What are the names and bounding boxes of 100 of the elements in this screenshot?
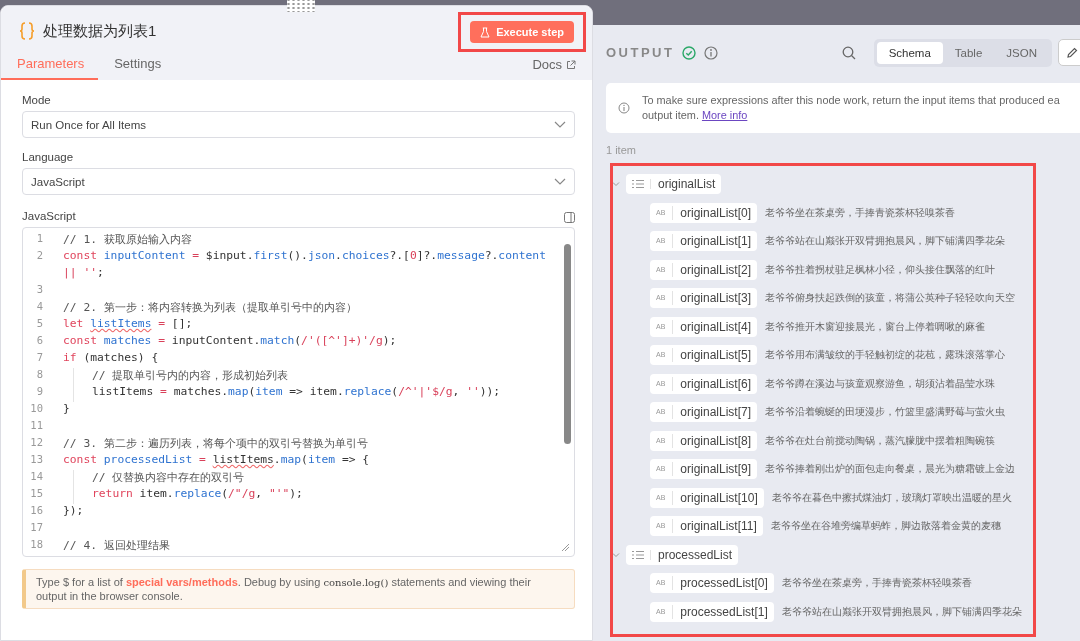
key-name: processedList bbox=[658, 547, 733, 562]
key-name: originalList[4] bbox=[680, 319, 752, 334]
line-number: 16 bbox=[29, 504, 43, 518]
tab[interactable]: Settings bbox=[112, 56, 176, 80]
value-text: 老爷爷拄着拐杖驻足枫林小径，仰头接住飘落的红叶 bbox=[765, 262, 996, 277]
key-name: originalList[0] bbox=[680, 205, 752, 220]
list-icon bbox=[632, 179, 651, 190]
list-icon bbox=[632, 549, 651, 560]
code-line: return item.replace(/"/g, "'"); bbox=[73, 487, 303, 504]
field-label: Language bbox=[22, 151, 75, 163]
code-line: listItems = matches.map(item => item.replace(/^'|'$/g, '')); bbox=[73, 385, 501, 402]
line-number: 17 bbox=[29, 521, 43, 535]
chevron-down-icon bbox=[554, 121, 566, 128]
line-number: 2 bbox=[35, 249, 43, 263]
line-number: 1 bbox=[35, 232, 43, 246]
value-text: 老爷爷在灶台前搅动陶锅，蒸汽朦胧中摆着粗陶碗筷 bbox=[765, 433, 996, 448]
chevron-down-icon[interactable] bbox=[612, 550, 620, 559]
view-tab[interactable]: Table bbox=[942, 41, 995, 64]
view-tab[interactable]: JSON bbox=[994, 41, 1049, 64]
code-line: // 2. 第一步：将内容转换为列表（提取单引号中的内容） bbox=[63, 300, 357, 316]
line-number: 5 bbox=[35, 317, 43, 331]
key-name: originalList[3] bbox=[680, 291, 752, 306]
line-number: 14 bbox=[29, 470, 43, 484]
field-label: JavaScript bbox=[22, 210, 76, 222]
value-text: 老爷爷站在山巅张开双臂拥抱晨风，脚下铺满四季花朵 bbox=[781, 604, 1022, 619]
item-count: 1 item bbox=[606, 144, 637, 156]
panel-icon bbox=[564, 212, 575, 223]
output-title: OUTPUT bbox=[606, 45, 675, 60]
code-line: // 提取单引号内的内容，形成初始列表 bbox=[73, 368, 289, 385]
key-name: processedList[1] bbox=[680, 604, 768, 619]
line-number: 12 bbox=[29, 436, 43, 450]
value-text: 老爷爷坐在茶桌旁，手捧青瓷茶杯轻嗅茶香 bbox=[765, 205, 956, 220]
key-name: originalList[6] bbox=[680, 376, 752, 391]
pencil-icon bbox=[1066, 46, 1078, 59]
key-name: originalList[9] bbox=[680, 462, 752, 477]
key-name: originalList[11] bbox=[680, 519, 757, 534]
more-info-link[interactable]: More info bbox=[701, 109, 748, 121]
key-name: originalList[10] bbox=[680, 490, 758, 505]
resize-icon bbox=[561, 543, 570, 552]
key-name: originalList[5] bbox=[680, 348, 752, 363]
line-number: 10 bbox=[29, 402, 43, 416]
line-number: 7 bbox=[35, 351, 43, 365]
line-number: 8 bbox=[35, 368, 43, 382]
external-link-icon bbox=[566, 59, 576, 70]
line-number: 11 bbox=[29, 419, 43, 433]
value-text: 老爷爷站在山巅张开双臂拥抱晨风，脚下铺满四季花朵 bbox=[765, 234, 1006, 249]
schema-key[interactable]: originalList bbox=[626, 174, 722, 195]
view-tab[interactable]: Schema bbox=[876, 41, 943, 64]
value-text: 老爷爷蹲在溪边与孩童观察游鱼，胡须沾着晶莹水珠 bbox=[765, 376, 996, 391]
value-text: 老爷爷在暮色中擦拭煤油灯，玻璃灯罩映出温暖的星火 bbox=[771, 490, 1012, 505]
key-name: processedList[0] bbox=[680, 576, 768, 591]
code-line: // 1. 获取原始输入内容 bbox=[63, 232, 192, 248]
value-text: 老爷爷坐在茶桌旁，手捧青瓷茶杯轻嗅茶香 bbox=[781, 576, 972, 591]
code-line: // 仅替换内容中存在的双引号 bbox=[73, 470, 245, 487]
value-text: 老爷爷用布满皱纹的手轻触初绽的花苞，露珠滚落掌心 bbox=[765, 348, 1006, 363]
line-number: 13 bbox=[29, 453, 43, 467]
value-text: 老爷爷沿着蜿蜒的田埂漫步，竹篮里盛满野莓与萤火虫 bbox=[765, 405, 1006, 420]
key-name: originalList[8] bbox=[680, 433, 752, 448]
line-number: 6 bbox=[35, 334, 43, 348]
flask-icon bbox=[480, 26, 491, 38]
select-field[interactable]: JavaScript bbox=[22, 168, 575, 195]
node-title: 处理数据为列表1 bbox=[43, 21, 157, 41]
info-icon bbox=[704, 45, 719, 60]
search-icon bbox=[841, 45, 856, 60]
line-number: 18 bbox=[29, 538, 43, 552]
code-line: || ''; bbox=[63, 266, 104, 281]
code-editor[interactable] bbox=[22, 227, 575, 557]
value-text: 老爷爷捧着刚出炉的面包走向餐桌，晨光为糖霜镀上金边 bbox=[765, 462, 1016, 477]
chevron-down-icon bbox=[554, 178, 566, 185]
hint-text: Type $ for a list of special vars/methods. Debug by using console.log() statements and viewing their output in the browser console. bbox=[22, 569, 575, 609]
chevron-down-icon[interactable] bbox=[612, 180, 620, 189]
select-field[interactable]: Run Once for All Items bbox=[22, 111, 575, 138]
docs-link[interactable]: Docs bbox=[532, 57, 576, 80]
scroll-thumb[interactable] bbox=[564, 244, 571, 444]
field-label: Mode bbox=[22, 94, 52, 106]
line-number: 9 bbox=[35, 385, 43, 399]
code-line: // 3. 第二步：遍历列表，将每个项中的双引号替换为单引号 bbox=[63, 436, 368, 452]
line-number: 15 bbox=[29, 487, 43, 501]
info-icon bbox=[618, 102, 630, 114]
schema-key[interactable]: processedList bbox=[626, 544, 739, 565]
line-number: 4 bbox=[35, 300, 43, 314]
code-line: const processedList = listItems.map(item => { bbox=[63, 453, 370, 468]
braces-icon bbox=[19, 21, 35, 41]
key-name: originalList[1] bbox=[680, 234, 752, 249]
code-line: const matches = inputContent.match(/'([^']+)'/g); bbox=[63, 334, 397, 349]
notice-text: To make sure expressions after this node work, return the input items that produced ea output item. More info bbox=[642, 93, 1060, 123]
code-line: }); bbox=[63, 504, 84, 519]
code-line: // 4. 返回处理结果 bbox=[63, 538, 170, 554]
edit-button[interactable] bbox=[1058, 39, 1080, 66]
value-text: 老爷爷推开木窗迎接晨光，窗台上停着啁啾的麻雀 bbox=[765, 319, 986, 334]
key-name: originalList bbox=[658, 177, 716, 192]
code-line: const inputContent = $input.first().json.choices?.[0]?.message?.content bbox=[63, 249, 546, 264]
value-text: 老爷爷俯身扶起跌倒的孩童，将蒲公英种子轻轻吹向天空 bbox=[765, 291, 1016, 306]
code-line: let listItems = []; bbox=[63, 317, 193, 332]
value-text: 老爷爷坐在谷堆旁编草蚂蚱，脚边散落着金黄的麦穗 bbox=[770, 519, 1001, 534]
line-number: 3 bbox=[35, 283, 43, 297]
key-name: originalList[7] bbox=[680, 405, 752, 420]
code-line: if (matches) { bbox=[63, 351, 159, 366]
code-line: } bbox=[63, 402, 70, 417]
key-name: originalList[2] bbox=[680, 262, 752, 277]
